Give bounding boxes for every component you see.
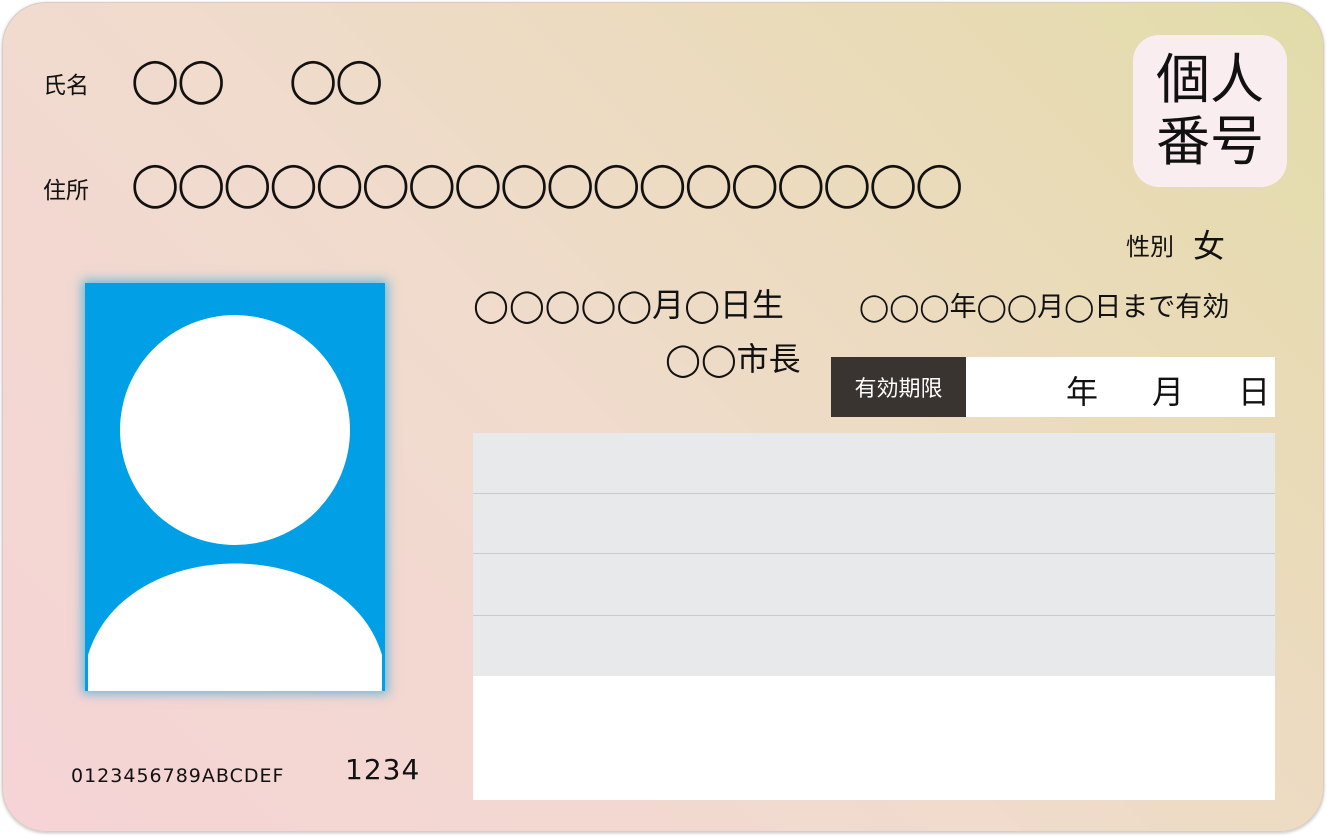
- stamp-line-1: 個人: [1156, 48, 1264, 111]
- signature-area: [473, 676, 1275, 800]
- validity-text: ◯◯◯年◯◯月◯日まで有効: [859, 292, 1230, 323]
- name-family-value: ◯◯: [131, 55, 225, 105]
- remarks-area: [473, 433, 1275, 676]
- expiry-date-field: 年 月 日: [966, 357, 1275, 417]
- name-label: 氏名: [43, 73, 89, 99]
- name-given-value: ◯◯: [289, 55, 383, 105]
- remarks-divider: [473, 615, 1275, 616]
- security-code: 1234: [345, 753, 421, 786]
- expiry-month-unit: 月: [1152, 373, 1185, 411]
- sex-value: 女: [1193, 227, 1226, 265]
- sex-label: 性別: [1126, 233, 1174, 261]
- expiry-label-box: 有効期限: [831, 357, 966, 417]
- stamp-line-2: 番号: [1156, 110, 1264, 173]
- photo-area: [85, 283, 385, 691]
- address-label: 住所: [43, 178, 89, 204]
- expiry-day-unit: 日: [1238, 373, 1271, 411]
- address-value: ◯◯◯◯◯◯◯◯◯◯◯◯◯◯◯◯◯◯: [131, 159, 963, 209]
- expiry-year-unit: 年: [1066, 373, 1099, 411]
- remarks-divider: [473, 493, 1275, 494]
- person-silhouette-icon: [88, 315, 382, 691]
- my-number-card: 氏名 ◯◯ ◯◯ 住所 ◯◯◯◯◯◯◯◯◯◯◯◯◯◯◯◯◯◯ 個人 番号 性別 …: [2, 2, 1324, 832]
- remarks-divider: [473, 553, 1275, 554]
- individual-number-stamp: 個人 番号: [1133, 35, 1287, 187]
- birthdate-text: ◯◯◯◯◯月◯日生: [473, 286, 784, 324]
- expiry-label: 有効期限: [854, 377, 943, 402]
- serial-number: 0123456789ABCDEF: [71, 765, 285, 787]
- issuer-text: ◯◯市長: [665, 340, 801, 378]
